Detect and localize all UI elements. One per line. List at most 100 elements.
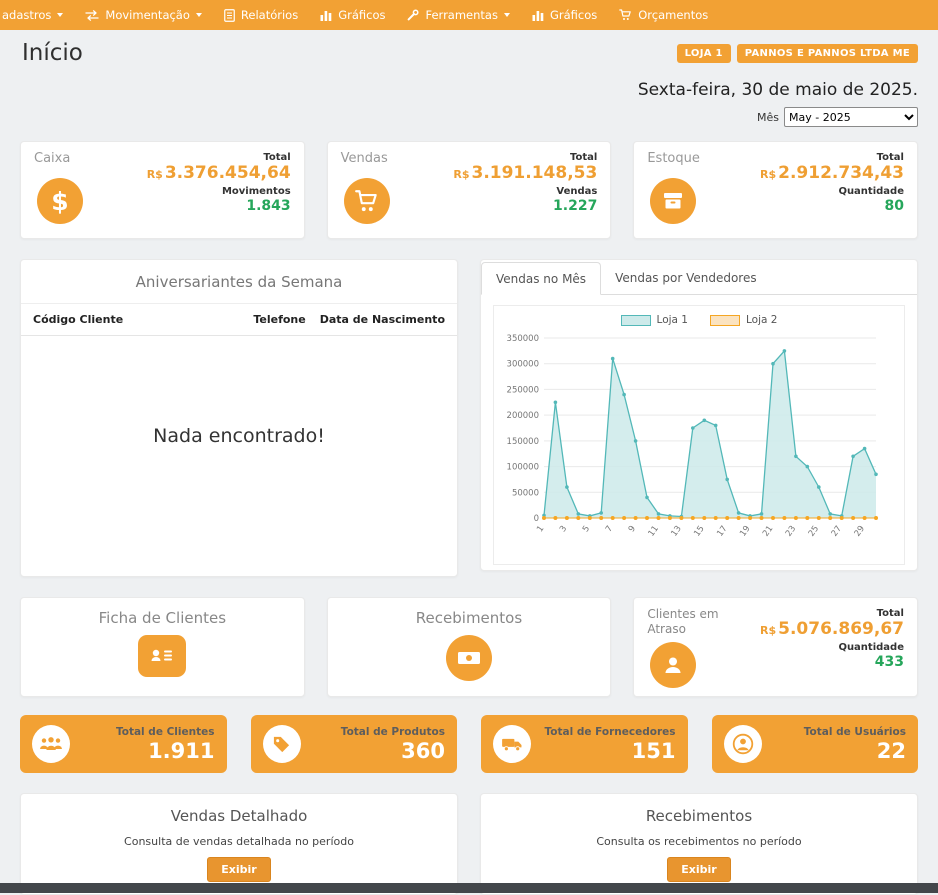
cart-icon	[344, 178, 390, 224]
count-label: Quantidade	[760, 642, 904, 653]
nav-item-orcamentos[interactable]: Orçamentos	[608, 0, 719, 30]
tile-value: 1.911	[70, 739, 215, 763]
exibir-vendas-button[interactable]: Exibir	[207, 857, 270, 882]
svg-text:19: 19	[738, 524, 752, 539]
total-label: Total	[760, 608, 904, 619]
legend-swatch-loja1	[621, 315, 651, 326]
total-label: Total	[760, 152, 904, 163]
total-value: R$5.076.869,67	[760, 619, 904, 639]
count-label: Quantidade	[760, 186, 904, 197]
nav-item-label: Gráficos	[550, 8, 597, 22]
card-title: Ficha de Clientes	[21, 609, 304, 627]
total-produtos-tile[interactable]: Total de Produtos 360	[251, 715, 458, 773]
count-value: 433	[760, 654, 904, 670]
svg-text:50000: 50000	[512, 488, 539, 498]
caret-down-icon	[196, 13, 202, 17]
count-value: 1.227	[453, 198, 597, 214]
svg-text:27: 27	[830, 524, 844, 539]
legend-entry-loja2: Loja 2	[710, 314, 777, 326]
total-label: Total	[147, 152, 291, 163]
exibir-recebimentos-button[interactable]: Exibir	[667, 857, 730, 882]
svg-text:3: 3	[558, 524, 569, 534]
nav-item-label: Orçamentos	[638, 8, 708, 22]
svg-text:0: 0	[534, 514, 539, 524]
exchange-icon	[85, 10, 99, 21]
money-icon	[446, 635, 492, 681]
total-value: R$3.376.454,64	[147, 163, 291, 183]
tab-vendas-por-vendedores[interactable]: Vendas por Vendedores	[601, 262, 771, 294]
legend-entry-loja1: Loja 1	[621, 314, 688, 326]
people-icon	[32, 725, 70, 763]
svg-text:5: 5	[581, 524, 592, 534]
caret-down-icon	[504, 13, 510, 17]
svg-text:17: 17	[715, 524, 729, 539]
svg-text:11: 11	[647, 524, 661, 539]
company-badge: PANNOS E PANNOS LTDA ME	[737, 44, 918, 63]
nav-item-label: Ferramentas	[425, 8, 497, 22]
footer-bar	[0, 883, 938, 893]
tile-value: 151	[531, 739, 676, 763]
top-nav: adastros Movimentação Relatórios Gráfico…	[0, 0, 938, 30]
tab-vendas-no-mes[interactable]: Vendas no Mês	[481, 262, 601, 295]
estoque-card: Estoque Total R$2.912.734,43 Quantidade …	[633, 141, 918, 239]
svg-text:1: 1	[535, 524, 546, 534]
nav-item-relatorios[interactable]: Relatórios	[213, 0, 309, 30]
svg-text:21: 21	[761, 524, 775, 539]
count-label: Vendas	[453, 186, 597, 197]
legend-label: Loja 2	[746, 314, 777, 326]
total-fornecedores-tile[interactable]: Total de Fornecedores 151	[481, 715, 688, 773]
tag-icon	[263, 725, 301, 763]
svg-text:23: 23	[784, 524, 798, 539]
store-badges: LOJA 1 PANNOS E PANNOS LTDA ME	[677, 44, 918, 63]
box-icon	[650, 178, 696, 224]
column-header-telefone: Telefone	[253, 313, 305, 326]
nav-item-graficos-2[interactable]: Gráficos	[521, 0, 608, 30]
svg-text:29: 29	[853, 524, 867, 539]
tile-label: Total de Usuários	[762, 726, 907, 738]
nav-item-label: Movimentação	[105, 8, 190, 22]
svg-text:9: 9	[627, 524, 638, 534]
caret-down-icon	[57, 13, 63, 17]
nav-item-label: adastros	[2, 8, 51, 22]
store-badge: LOJA 1	[677, 44, 731, 63]
user-icon	[724, 725, 762, 763]
report-icon	[224, 9, 235, 22]
report-title: Recebimentos	[481, 807, 917, 825]
total-label: Total	[453, 152, 597, 163]
vendas-card: Vendas Total R$3.191.148,53 Vendas 1.227	[327, 141, 612, 239]
column-header-data-nascimento: Data de Nascimento	[320, 313, 445, 326]
clientes-em-atraso-card: Clientes em Atraso Total R$5.076.869,67 …	[633, 597, 918, 697]
tile-value: 360	[301, 739, 446, 763]
total-value: R$2.912.734,43	[760, 163, 904, 183]
month-select[interactable]: May - 2025	[784, 107, 918, 127]
report-title: Vendas Detalhado	[21, 807, 457, 825]
sales-chart-svg: 0500001000001500002000002500003000003500…	[496, 328, 888, 564]
nav-item-label: Gráficos	[338, 8, 385, 22]
count-label: Movimentos	[147, 186, 291, 197]
nav-item-movimentacao[interactable]: Movimentação	[74, 0, 213, 30]
ficha-clientes-card[interactable]: Ficha de Clientes	[20, 597, 305, 697]
svg-text:100000: 100000	[507, 463, 539, 473]
svg-text:200000: 200000	[507, 411, 539, 421]
current-date: Sexta-feira, 30 de maio de 2025.	[20, 80, 918, 100]
card-title: Clientes em Atraso	[647, 607, 735, 637]
recebimentos-report-card: Recebimentos Consulta os recebimentos no…	[480, 793, 918, 895]
nav-item-cadastros[interactable]: adastros	[0, 0, 74, 30]
nav-item-ferramentas[interactable]: Ferramentas	[396, 0, 520, 30]
wrench-icon	[407, 9, 419, 21]
total-clientes-tile[interactable]: Total de Clientes 1.911	[20, 715, 227, 773]
report-description: Consulta de vendas detalhada no período	[21, 835, 457, 848]
count-value: 1.843	[147, 198, 291, 214]
page-title: Início	[22, 40, 83, 66]
tile-label: Total de Produtos	[301, 726, 446, 738]
id-card-icon	[138, 635, 186, 677]
recebimentos-card[interactable]: Recebimentos	[327, 597, 612, 697]
svg-text:150000: 150000	[507, 437, 539, 447]
caixa-card: Caixa $ Total R$3.376.454,64 Movimentos …	[20, 141, 305, 239]
bar-chart-icon	[320, 10, 332, 21]
total-usuarios-tile[interactable]: Total de Usuários 22	[712, 715, 919, 773]
svg-text:13: 13	[669, 524, 683, 539]
nav-item-graficos-1[interactable]: Gráficos	[309, 0, 396, 30]
dollar-icon: $	[37, 178, 83, 224]
month-label: Mês	[757, 111, 779, 124]
